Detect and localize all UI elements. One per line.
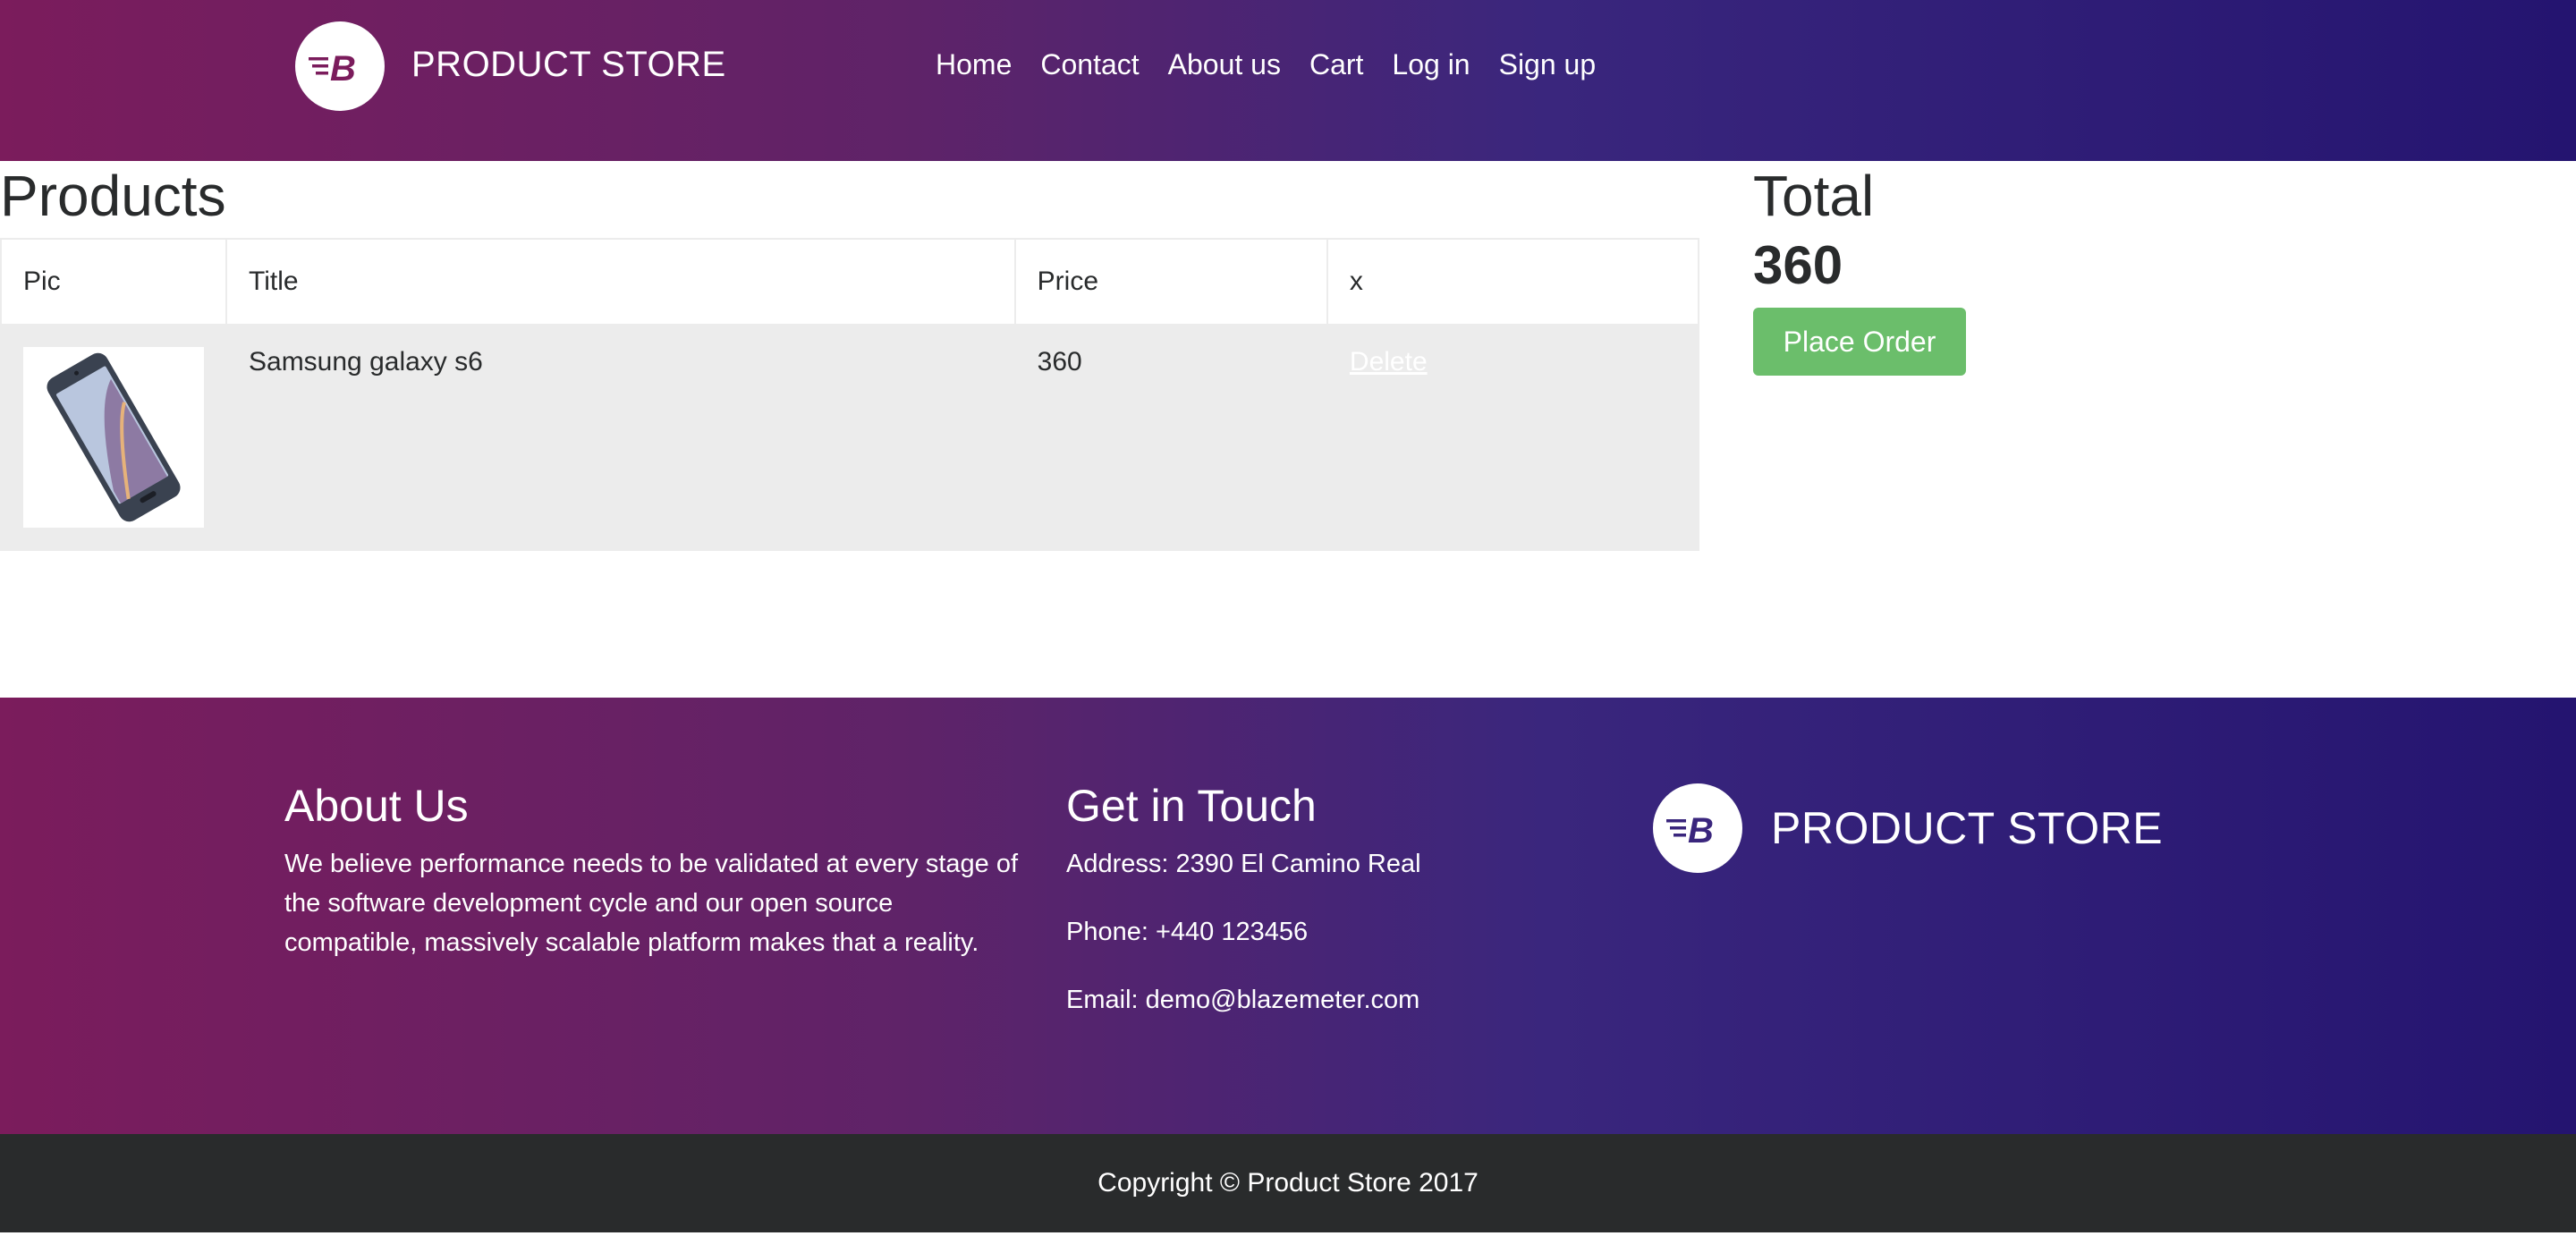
- svg-text:B: B: [330, 49, 356, 86]
- column-header-price: Price: [1013, 238, 1328, 326]
- product-price-cell: 360: [1013, 324, 1328, 551]
- brand-link[interactable]: B PRODUCT STORE: [295, 21, 726, 111]
- nav-cart[interactable]: Cart: [1309, 48, 1363, 81]
- nav-links: Home Contact About us Cart Log in Sign u…: [936, 48, 1624, 81]
- nav-home[interactable]: Home: [936, 48, 1012, 81]
- nav-sign-up[interactable]: Sign up: [1499, 48, 1597, 81]
- column-header-x: x: [1326, 238, 1700, 326]
- footer-brand: B PRODUCT STORE: [1653, 783, 2163, 873]
- nav-contact[interactable]: Contact: [1040, 48, 1139, 81]
- nav-log-in[interactable]: Log in: [1392, 48, 1470, 81]
- cart-table: Pic Title Price x Samsung galaxy s6 360 …: [0, 238, 1700, 551]
- footer-email: Email: demo@blazemeter.com: [1066, 986, 1420, 1014]
- smartphone-icon: [47, 352, 181, 522]
- footer-contact-heading: Get in Touch: [1066, 781, 1317, 831]
- table-header-row: Pic Title Price x: [0, 238, 1700, 326]
- footer-about-section: About Us We believe performance needs to…: [284, 780, 1027, 962]
- footer-contact-section: Get in Touch Address: 2390 El Camino Rea…: [1066, 780, 1603, 1048]
- product-image: [23, 347, 204, 528]
- column-header-title: Title: [225, 238, 1016, 326]
- table-row: Samsung galaxy s6 360 Delete: [0, 324, 1700, 551]
- delete-link[interactable]: Delete: [1350, 347, 1428, 377]
- total-value: 360: [1753, 235, 1843, 295]
- blazemeter-logo-icon: B: [295, 21, 385, 111]
- footer-about-text: We believe performance needs to be valid…: [284, 850, 1019, 957]
- copyright-text: Copyright © Product Store 2017: [1097, 1168, 1479, 1198]
- footer-phone: Phone: +440 123456: [1066, 918, 1309, 946]
- nav-about-us[interactable]: About us: [1168, 48, 1281, 81]
- footer: About Us We believe performance needs to…: [0, 698, 2576, 1134]
- footer-brand-text: PRODUCT STORE: [1771, 803, 2164, 853]
- brand-text: PRODUCT STORE: [411, 44, 726, 84]
- product-pic-cell: [0, 324, 227, 551]
- svg-text:B: B: [1688, 811, 1714, 848]
- place-order-button[interactable]: Place Order: [1753, 308, 1966, 376]
- blazemeter-logo-icon: B: [1653, 783, 1742, 873]
- footer-address: Address: 2390 El Camino Real: [1066, 850, 1421, 878]
- footer-about-heading: About Us: [284, 781, 469, 831]
- products-heading: Products: [0, 164, 226, 228]
- total-heading: Total: [1753, 164, 1875, 228]
- product-title-cell: Samsung galaxy s6: [225, 324, 1016, 551]
- column-header-pic: Pic: [0, 238, 227, 326]
- navbar: B PRODUCT STORE Home Contact About us Ca…: [0, 0, 2576, 161]
- copyright-bar: Copyright © Product Store 2017: [0, 1134, 2576, 1232]
- product-action-cell: Delete: [1326, 324, 1700, 551]
